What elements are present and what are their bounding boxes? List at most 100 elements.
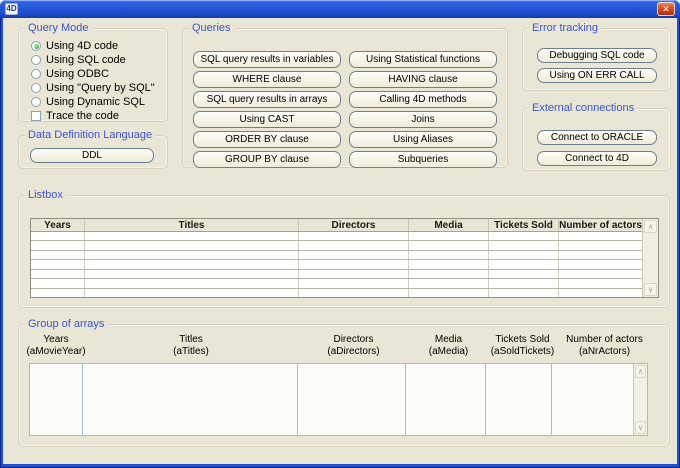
label-media: Media (aMedia) <box>408 334 489 358</box>
table-cell <box>299 251 409 259</box>
connect-to-4d-button[interactable]: Connect to 4D <box>537 151 657 166</box>
ddl-group: Data Definition Language DDL <box>18 135 168 169</box>
debugging-sql-code-button[interactable]: Debugging SQL code <box>537 48 657 63</box>
label-titles: Titles (aTitles) <box>83 334 299 358</box>
order-by-clause-button[interactable]: ORDER BY clause <box>193 131 341 148</box>
listbox-header[interactable]: Years Titles Directors Media Tickets Sol… <box>31 219 642 232</box>
column-header-number-of-actors[interactable]: Number of actors <box>559 219 642 231</box>
array-titles-list[interactable] <box>82 363 298 436</box>
listbox-group: Listbox Years Titles Directors Media Tic… <box>18 195 670 308</box>
listbox-table[interactable]: Years Titles Directors Media Tickets Sol… <box>30 218 659 298</box>
radio-using-sql-code[interactable]: Using SQL code <box>31 53 167 67</box>
connect-to-oracle-button[interactable]: Connect to ORACLE <box>537 130 657 145</box>
table-cell <box>299 241 409 249</box>
sql-query-results-in-arrays-button[interactable]: SQL query results in arrays <box>193 91 341 108</box>
table-cell <box>489 260 559 268</box>
group-of-arrays: Group of arrays Years (aMovieYear) Title… <box>18 324 670 447</box>
client-area: Query Mode Using 4D code Using SQL code … <box>3 18 677 464</box>
close-button[interactable]: ✕ <box>657 2 675 16</box>
radio-icon[interactable] <box>31 55 41 65</box>
sql-query-results-in-variables-button[interactable]: SQL query results in variables <box>193 51 341 68</box>
group-by-clause-button[interactable]: GROUP BY clause <box>193 151 341 168</box>
radio-icon[interactable] <box>31 83 41 93</box>
joins-button[interactable]: Joins <box>349 111 497 128</box>
table-cell <box>559 270 642 278</box>
using-aliases-button[interactable]: Using Aliases <box>349 131 497 148</box>
scroll-up-icon[interactable]: ∧ <box>635 365 646 378</box>
table-cell <box>299 260 409 268</box>
column-header-tickets-sold[interactable]: Tickets Sold <box>489 219 559 231</box>
radio-using-odbc[interactable]: Using ODBC <box>31 67 167 81</box>
radio-icon[interactable] <box>31 69 41 79</box>
where-clause-button[interactable]: WHERE clause <box>193 71 341 88</box>
table-row[interactable] <box>31 232 642 241</box>
query-mode-group: Query Mode Using 4D code Using SQL code … <box>18 28 168 122</box>
radio-using-dynamic-sql[interactable]: Using Dynamic SQL <box>31 95 167 109</box>
table-cell <box>31 279 85 287</box>
table-cell <box>559 241 642 249</box>
column-header-titles[interactable]: Titles <box>85 219 299 231</box>
table-row[interactable] <box>31 241 642 250</box>
table-cell <box>85 279 299 287</box>
table-cell <box>489 241 559 249</box>
table-cell <box>409 232 489 240</box>
table-row[interactable] <box>31 279 642 288</box>
using-cast-button[interactable]: Using CAST <box>193 111 341 128</box>
title-bar[interactable]: 4D ✕ <box>0 0 680 18</box>
table-row[interactable] <box>31 260 642 269</box>
radio-icon[interactable] <box>31 97 41 107</box>
table-cell <box>85 241 299 249</box>
table-cell <box>409 279 489 287</box>
app-icon: 4D <box>5 3 18 15</box>
scroll-up-icon[interactable]: ∧ <box>644 220 657 233</box>
checkbox-trace-the-code[interactable]: Trace the code <box>31 109 167 123</box>
calling-4d-methods-button[interactable]: Calling 4D methods <box>349 91 497 108</box>
app-window: 4D ✕ Query Mode Using 4D code Using SQL … <box>0 0 680 468</box>
table-cell <box>559 260 642 268</box>
external-connections-group: External connections Connect to ORACLE C… <box>522 108 671 171</box>
listbox-vertical-scrollbar[interactable]: ∧ ∨ <box>642 219 658 297</box>
scroll-down-icon[interactable]: ∨ <box>644 283 657 296</box>
subqueries-button[interactable]: Subqueries <box>349 151 497 168</box>
table-cell <box>489 289 559 297</box>
label-years: Years (aMovieYear) <box>29 334 83 358</box>
group-of-arrays-title: Group of arrays <box>25 318 107 331</box>
table-cell <box>559 289 642 297</box>
table-cell <box>489 232 559 240</box>
scroll-down-icon[interactable]: ∨ <box>635 421 646 434</box>
table-cell <box>31 251 85 259</box>
having-clause-button[interactable]: HAVING clause <box>349 71 497 88</box>
column-header-directors[interactable]: Directors <box>299 219 409 231</box>
array-tickets-sold-list[interactable] <box>485 363 552 436</box>
array-vertical-scrollbar[interactable]: ∧ ∨ <box>633 364 647 435</box>
table-row[interactable] <box>31 270 642 279</box>
array-directors-list[interactable] <box>297 363 406 436</box>
table-cell <box>299 270 409 278</box>
error-tracking-title: Error tracking <box>529 22 601 35</box>
table-cell <box>85 289 299 297</box>
array-number-of-actors-list[interactable]: ∧ ∨ <box>551 363 648 436</box>
table-cell <box>31 260 85 268</box>
array-media-list[interactable] <box>405 363 486 436</box>
table-cell <box>299 289 409 297</box>
table-cell <box>31 232 85 240</box>
checkbox-icon[interactable] <box>31 111 41 121</box>
table-cell <box>409 241 489 249</box>
using-statistical-functions-button[interactable]: Using Statistical functions <box>349 51 497 68</box>
listbox-body <box>31 232 642 297</box>
table-row[interactable] <box>31 251 642 260</box>
radio-using-4d-code[interactable]: Using 4D code <box>31 39 167 53</box>
listbox-title: Listbox <box>25 189 66 202</box>
array-years-list[interactable] <box>29 363 83 436</box>
label-tickets-sold: Tickets Sold (aSoldTickets) <box>489 334 556 358</box>
radio-using-query-by-sql[interactable]: Using "Query by SQL" <box>31 81 167 95</box>
ddl-button[interactable]: DDL <box>30 148 154 163</box>
label-directors: Directors (aDirectors) <box>299 334 408 358</box>
queries-title: Queries <box>189 22 234 35</box>
column-header-years[interactable]: Years <box>31 219 85 231</box>
column-header-media[interactable]: Media <box>409 219 489 231</box>
radio-icon[interactable] <box>31 41 41 51</box>
table-row[interactable] <box>31 289 642 297</box>
using-on-err-call-button[interactable]: Using ON ERR CALL <box>537 68 657 83</box>
table-cell <box>409 260 489 268</box>
